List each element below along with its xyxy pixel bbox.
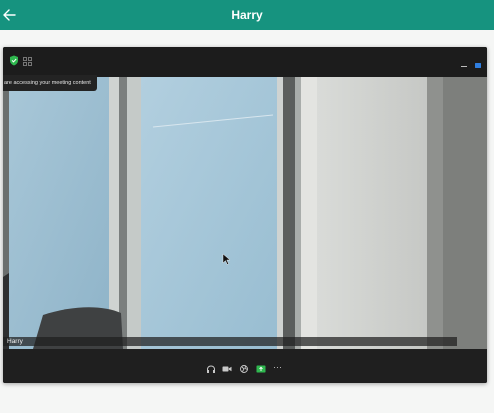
globe-icon[interactable] [239,365,249,373]
video-feed [3,77,487,349]
meeting-titlebar [3,47,487,77]
grid-view-icon[interactable] [23,53,32,66]
sharing-notification: are accessing your meeting content [3,75,97,91]
participant-name-label: Harry [3,337,457,346]
app-header: Harry [0,0,494,30]
headset-icon[interactable] [206,365,216,373]
video-frame [3,77,487,349]
camera-icon[interactable] [222,365,232,373]
share-screen-icon[interactable] [256,365,266,373]
meeting-window: are accessing your meeting content Harry… [3,47,487,383]
shield-check-icon[interactable] [9,53,19,66]
minimize-icon[interactable] [461,55,467,67]
meeting-toolbar: ··· [3,349,487,383]
more-icon[interactable]: ··· [273,362,282,372]
page-title: Harry [231,8,263,22]
restore-icon[interactable] [475,55,481,68]
